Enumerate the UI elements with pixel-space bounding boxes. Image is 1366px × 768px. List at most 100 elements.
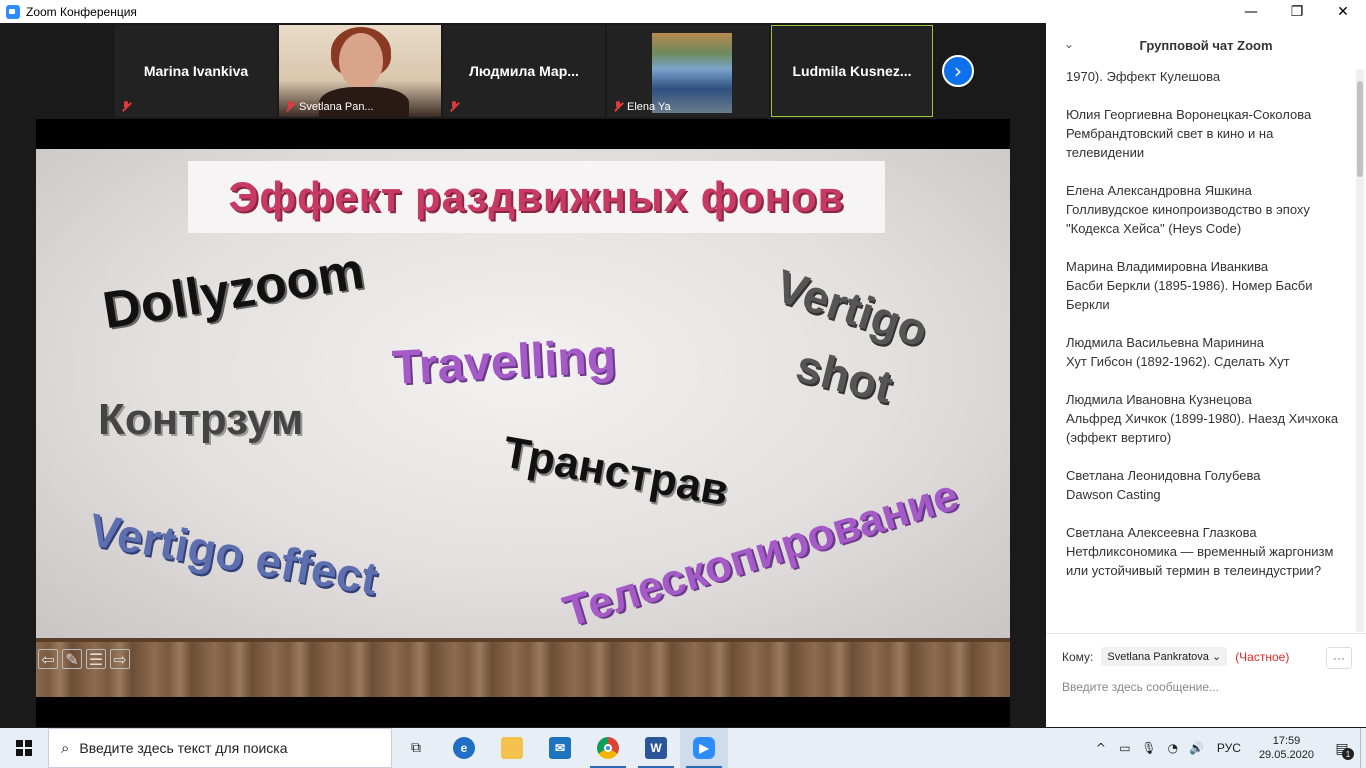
mic-status: Elena Ya	[613, 101, 671, 113]
participant-name: Ludmila Kusnez...	[792, 63, 912, 79]
slide-title: Эффект раздвижных фонов	[228, 173, 845, 220]
slide-word-dollyzoom: Dollyzoom	[99, 241, 368, 341]
private-label: (Частное)	[1235, 649, 1290, 664]
next-page-button[interactable]: ›	[942, 55, 974, 87]
chat-message: Людмила Васильевна Маринина Хут Гибсон (…	[1066, 335, 1290, 369]
mic-muted-icon	[121, 101, 131, 113]
taskbar-app-zoom[interactable]: ▶	[680, 728, 728, 768]
taskbar-app-edge[interactable]: e	[440, 728, 488, 768]
clock[interactable]: 17:59 29.05.2020	[1249, 734, 1324, 762]
slide-word-transtrav: Транстрав	[499, 427, 733, 516]
clock-date: 29.05.2020	[1258, 749, 1314, 761]
taskbar-search[interactable]: ⌕	[48, 728, 392, 768]
pen-icon[interactable]: ✎	[62, 649, 82, 669]
chat-message: Светлана Алексеевна Глазкова Нетфликсоно…	[1066, 525, 1334, 578]
divider	[1046, 633, 1366, 634]
search-icon: ⌕	[61, 739, 70, 757]
chrome-icon	[597, 737, 619, 759]
chat-message: Юлия Георгиевна Воронецкая-Соколова Ремб…	[1066, 107, 1312, 160]
zoom-icon: ▶	[693, 737, 715, 759]
presentation-slide: Эффект раздвижных фонов Dollyzoom Travel…	[36, 149, 1010, 638]
slide-word-vertigo: Vertigo	[769, 259, 935, 357]
chat-message: Елена Александровна Яшкина Голливудское …	[1066, 183, 1310, 236]
windows-logo-icon	[16, 740, 32, 756]
chat-panel: ⌄ Групповой чат Zoom 1970). Эффект Кулеш…	[1046, 23, 1366, 727]
battery-icon[interactable]: ▭	[1113, 728, 1137, 768]
slide-word-travelling: Travelling	[390, 330, 618, 395]
zoom-app-icon	[6, 4, 20, 19]
folder-icon	[501, 737, 523, 759]
notification-center-button[interactable]: ▤ 1	[1324, 728, 1360, 768]
participant-tile[interactable]: Elena Ya	[607, 25, 769, 117]
participant-label: Elena Ya	[627, 101, 671, 113]
prev-slide-icon[interactable]: ⇦	[38, 649, 58, 669]
window-title: Zoom Конференция	[26, 4, 137, 19]
taskbar-app-chrome[interactable]	[584, 728, 632, 768]
edge-icon: e	[453, 737, 475, 759]
mic-status	[449, 101, 459, 113]
chat-message-input[interactable]	[1062, 677, 1352, 697]
chevron-down-icon: ⌄	[1211, 651, 1222, 663]
taskbar-search-input[interactable]	[79, 740, 360, 756]
taskbar-app-word[interactable]: W	[632, 728, 680, 768]
chat-message: Марина Владимировна Иванкива Басби Беркл…	[1066, 259, 1313, 312]
mic-muted-icon	[285, 101, 295, 113]
slide-word-kontrzum: Контрзум	[98, 395, 304, 444]
chat-title: Групповой чат Zoom	[1139, 37, 1273, 53]
next-slide-icon[interactable]: ⇨	[110, 649, 130, 669]
taskbar: ⌕ ⧉ e ✉ W ▶ ^ ▭ 🎙 ◔ 🔊 РУС 17:59 29.05.20…	[0, 728, 1366, 768]
participant-tile[interactable]: Svetlana Pan...	[279, 25, 441, 117]
volume-icon[interactable]: 🔊	[1185, 728, 1209, 768]
chat-recipient-row: Кому: Svetlana Pankratova ⌄ (Частное)	[1062, 647, 1289, 666]
maximize-button[interactable]: ❐	[1274, 0, 1320, 23]
system-tray: ^ ▭ 🎙 ◔ 🔊 РУС 17:59 29.05.2020 ▤ 1	[1089, 728, 1366, 768]
clock-time: 17:59	[1272, 735, 1301, 747]
title-bar: Zoom Конференция — ❐ ✕	[0, 0, 1366, 23]
screen-share: Эффект раздвижных фонов Dollyzoom Travel…	[36, 119, 1010, 727]
slide-title-box: Эффект раздвижных фонов	[188, 161, 885, 233]
participant-name: Marina Ivankiva	[143, 63, 249, 79]
participant-label: Svetlana Pan...	[299, 101, 374, 113]
chat-scrollbar[interactable]	[1356, 69, 1364, 632]
task-view-icon: ⧉	[411, 740, 421, 756]
close-button[interactable]: ✕	[1320, 0, 1366, 23]
chat-header: ⌄ Групповой чат Zoom	[1046, 23, 1366, 67]
start-button[interactable]	[0, 728, 48, 768]
participant-tile-active-speaker[interactable]: Ludmila Kusnez...	[771, 25, 933, 117]
slide-menu-icon[interactable]: ☰	[86, 649, 106, 669]
mic-muted-icon	[613, 101, 623, 113]
chevron-right-icon: ›	[954, 59, 962, 83]
slide-word-shot: shot	[791, 339, 898, 413]
minimize-button[interactable]: —	[1228, 0, 1274, 23]
chat-message: Светлана Леонидовна Голубева Dawson Cast…	[1066, 468, 1261, 502]
chevron-down-icon[interactable]: ⌄	[1064, 37, 1074, 51]
chat-message: Людмила Ивановна Кузнецова Альфред Хичко…	[1066, 392, 1339, 445]
to-label: Кому:	[1062, 649, 1094, 664]
word-icon: W	[645, 737, 667, 759]
recipient-dropdown[interactable]: Svetlana Pankratova ⌄	[1101, 647, 1228, 666]
mic-status	[121, 101, 131, 113]
chevron-up-icon[interactable]: ^	[1089, 728, 1113, 768]
chat-messages: 1970). Эффект Кулешова Юлия Георгиевна В…	[1066, 67, 1350, 632]
taskbar-app-mail[interactable]: ✉	[536, 728, 584, 768]
task-view-button[interactable]: ⧉	[392, 728, 440, 768]
wifi-icon[interactable]: ◔	[1161, 728, 1185, 768]
mic-status: Svetlana Pan...	[285, 101, 374, 113]
participant-name: Людмила Мар...	[469, 63, 579, 79]
input-language[interactable]: РУС	[1209, 741, 1249, 755]
show-desktop-button[interactable]	[1360, 728, 1366, 768]
chat-more-button[interactable]: ···	[1326, 647, 1352, 669]
participant-tile[interactable]: Людмила Мар...	[443, 25, 605, 117]
slide-word-vertigo-effect: Vertigo effect	[85, 503, 382, 605]
mail-icon: ✉	[549, 737, 571, 759]
meeting-stage: Marina Ivankiva Svetlana Pan... Людмила …	[0, 23, 1046, 727]
participant-tile[interactable]: Marina Ivankiva	[115, 25, 277, 117]
participant-strip: Marina Ivankiva Svetlana Pan... Людмила …	[115, 25, 933, 117]
mic-muted-icon	[449, 101, 459, 113]
notification-badge: 1	[1342, 748, 1354, 760]
microphone-icon[interactable]: 🎙	[1137, 728, 1161, 768]
slide-nav-controls: ⇦ ✎ ☰ ⇨	[38, 649, 130, 669]
slide-floor	[36, 638, 1010, 697]
chat-message: 1970). Эффект Кулешова	[1066, 69, 1221, 84]
taskbar-app-file-explorer[interactable]	[488, 728, 536, 768]
